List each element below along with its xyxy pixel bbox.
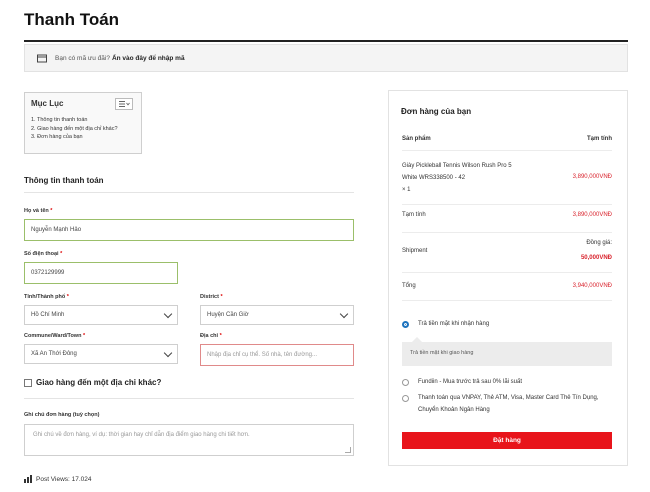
ward-select[interactable]: Xã An Thới Đông <box>24 344 178 364</box>
district-value: Huyện Cần Giờ <box>207 312 249 318</box>
payment-radio-fundiin[interactable] <box>402 379 409 386</box>
phone-label: Số điện thoại * <box>24 251 63 257</box>
toc-item[interactable]: 3. Đơn hàng của bạn <box>31 133 135 142</box>
order-notes-textarea[interactable]: Ghi chú về đơn hàng, ví dụ: thời gian ha… <box>24 424 354 456</box>
name-label: Họ và tên * <box>24 208 53 214</box>
order-divider <box>402 204 612 205</box>
order-title: Đơn hàng của bạn <box>401 107 472 116</box>
full-name-field[interactable]: Nguyễn Mạnh Hảo <box>24 219 354 241</box>
address-input[interactable]: Nhập địa chỉ cụ thể. Số nhà, tên đường..… <box>200 344 354 366</box>
coupon-link[interactable]: Ấn vào đây để nhập mã <box>112 55 185 62</box>
order-divider <box>402 232 612 233</box>
order-divider <box>402 272 612 273</box>
col-subtotal-header: Tạm tính <box>587 136 612 142</box>
billing-divider <box>24 192 354 193</box>
total-label: Tổng <box>402 283 416 289</box>
payment-label-fundiin[interactable]: Fundiin - Mua trước trả sau 0% lãi suất <box>418 376 522 388</box>
phone-field[interactable]: 0372129999 <box>24 262 178 284</box>
coupon-notice: Bạn có mã ưu đãi? Ấn vào đây để nhập mã <box>24 44 628 72</box>
title-divider <box>24 40 628 42</box>
table-of-contents: Mục Lục 1. Thông tin thanh toán 2. Giao … <box>24 92 142 154</box>
coupon-text: Bạn có mã ưu đãi? <box>55 54 110 62</box>
chevron-down-icon <box>163 348 173 357</box>
toc-item[interactable]: 2. Giao hàng đến một địa chỉ khác? <box>31 125 135 134</box>
ship-different-label: Giao hàng đến một địa chỉ khác? <box>36 378 162 387</box>
chevron-down-icon <box>339 309 349 318</box>
shipment-method: Đồng giá: <box>586 240 612 246</box>
order-divider <box>402 300 612 301</box>
bar-chart-icon <box>24 475 32 483</box>
district-select[interactable]: Huyện Cần Giờ <box>200 305 354 325</box>
post-views-text: Post Views: 17.024 <box>36 475 92 483</box>
toc-item[interactable]: 1. Thông tin thanh toán <box>31 116 135 125</box>
address-placeholder: Nhập địa chỉ cụ thể. Số nhà, tên đường..… <box>207 352 318 358</box>
district-label: District * <box>200 294 223 300</box>
resize-handle-icon[interactable] <box>345 447 351 453</box>
post-views: Post Views: 17.024 <box>24 475 92 483</box>
ward-label: Commune/Ward/Town * <box>24 333 86 339</box>
payment-radio-vnpay[interactable] <box>402 395 409 402</box>
coupon-icon <box>37 54 47 62</box>
payment-radio-cod[interactable] <box>402 321 409 328</box>
payment-label-cod[interactable]: Trả tiền mặt khi nhận hàng <box>418 318 489 330</box>
list-toggle-icon[interactable] <box>115 98 133 110</box>
province-label: Tỉnh/Thành phố * <box>24 294 69 300</box>
order-divider <box>402 150 612 151</box>
payment-label-vnpay[interactable]: Thanh toán qua VNPAY, Thẻ ATM, Visa, Mas… <box>418 392 614 416</box>
order-notes-placeholder: Ghi chú về đơn hàng, ví dụ: thời gian ha… <box>33 432 250 438</box>
page-title: Thanh Toán <box>24 10 120 29</box>
subtotal-label: Tạm tính <box>402 212 426 218</box>
col-product-header: Sản phẩm <box>402 136 431 142</box>
total-value: 3,940,000VNĐ <box>572 283 612 289</box>
ship-different-checkbox[interactable] <box>24 378 32 387</box>
province-value: Hồ Chí Minh <box>31 312 65 318</box>
order-product-price: 3,890,000VNĐ <box>572 174 612 180</box>
billing-section-title: Thông tin thanh toán <box>24 176 104 185</box>
toc-list: 1. Thông tin thanh toán 2. Giao hàng đến… <box>31 116 135 142</box>
shipment-label: Shipment <box>402 248 428 254</box>
shipment-value: 50,000VNĐ <box>580 255 612 261</box>
province-select[interactable]: Hồ Chí Minh <box>24 305 178 325</box>
address-label: Địa chỉ * <box>200 333 222 339</box>
chevron-down-icon <box>163 309 173 318</box>
subtotal-value: 3,890,000VNĐ <box>572 212 612 218</box>
payment-description-cod: Trả tiền mặt khi giao hàng <box>402 337 612 366</box>
shipping-divider <box>24 398 354 399</box>
ship-different-address[interactable]: Giao hàng đến một địa chỉ khác? <box>24 378 161 387</box>
order-notes-label: Ghi chú đơn hàng (tuỳ chọn) <box>24 412 100 418</box>
ward-value: Xã An Thới Đông <box>31 351 77 357</box>
place-order-button[interactable]: Đặt hàng <box>402 432 612 449</box>
